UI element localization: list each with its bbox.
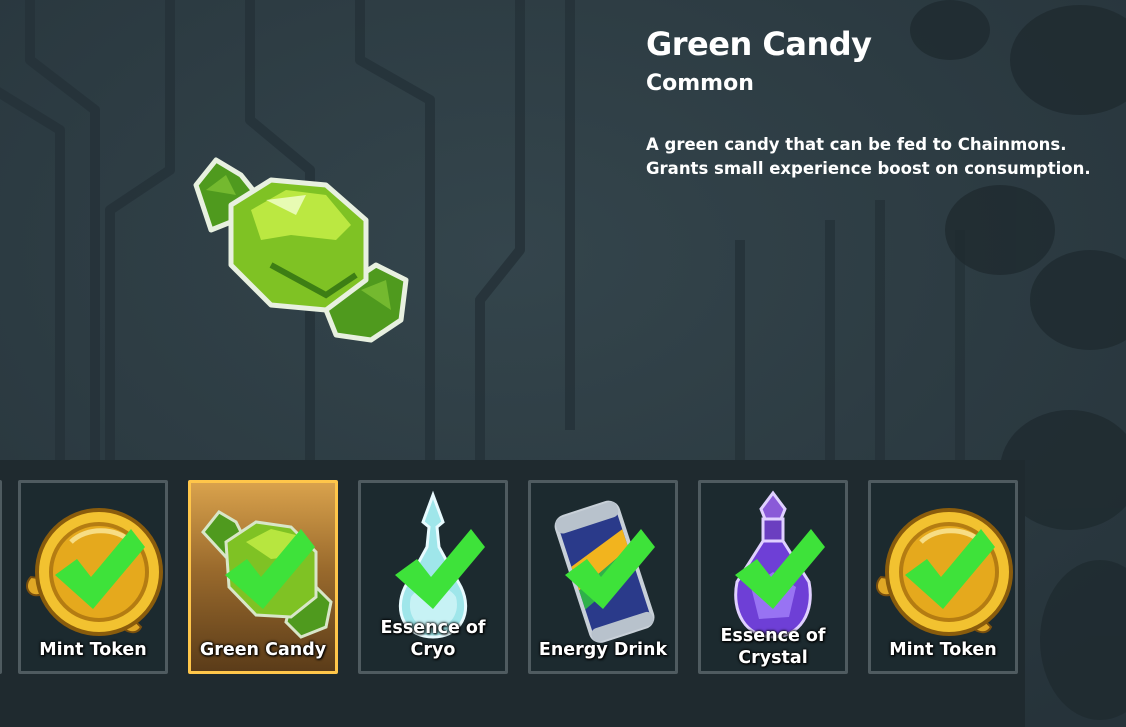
item-rarity: Common [646,71,754,96]
slot-label: Energy Drink [538,640,668,660]
item-details-panel: Green Candy Common A green candy that ca… [646,22,1116,181]
slot-label: Mint Token [889,640,997,660]
checkmark-icon [565,529,655,609]
slot-label: Green Candy [199,640,327,660]
checkmark-icon [905,529,995,609]
checkmark-icon [735,529,825,609]
item-name: Green Candy [646,25,872,63]
inventory-slot-partial[interactable] [0,480,2,674]
green-candy-icon [193,157,409,343]
inventory-strip[interactable]: Mint Token Green Candy Essence of Cryo E… [0,460,1025,727]
checkmark-icon [395,529,485,609]
inventory-slot-essence-of-crystal[interactable]: Essence of Crystal [698,480,848,674]
slot-label: Mint Token [39,640,147,660]
inventory-slot-mint-token[interactable]: Mint Token [18,480,168,674]
checkmark-icon [55,529,145,609]
inventory-slot-essence-of-cryo[interactable]: Essence of Cryo [358,480,508,674]
slot-label: Essence of Crystal [720,626,826,668]
inventory-slot-green-candy[interactable]: Green Candy [188,480,338,674]
inventory-slot-energy-drink[interactable]: Energy Drink [528,480,678,674]
item-description: A green candy that can be fed to Chainmo… [646,135,1091,178]
slot-label: Essence of Cryo [380,618,486,660]
checkmark-icon [225,529,315,609]
inventory-slot-mint-token[interactable]: Mint Token [868,480,1018,674]
